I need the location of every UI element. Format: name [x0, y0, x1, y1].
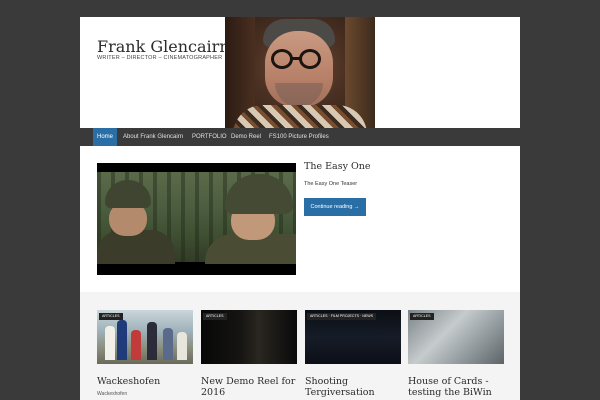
featured-post-title[interactable]: The Easy One [304, 161, 371, 172]
post-card-title[interactable]: New Demo Reel for 2016 [201, 376, 297, 398]
post-card: ARTICLES Wackeshofen Wackeshofen [97, 310, 193, 397]
nav-item-home[interactable]: Home [93, 128, 118, 146]
post-card: ARTICLES New Demo Reel for 2016 [201, 310, 297, 400]
post-card-image[interactable]: ARTICLES [408, 310, 504, 364]
featured-post-excerpt: The Easy One Teaser [304, 181, 358, 187]
post-card-title[interactable]: House of Cards - testing the BiWin [408, 376, 504, 398]
post-card-title[interactable]: Wackeshofen [97, 376, 193, 387]
header-portrait-image [225, 17, 375, 128]
post-card-category[interactable]: ARTICLES · FILM PROJECTS · NEWS [307, 313, 377, 320]
featured-post-image[interactable] [97, 163, 296, 275]
post-card: ARTICLES · FILM PROJECTS · NEWS Shooting… [305, 310, 401, 400]
post-card-category[interactable]: ARTICLES [99, 313, 123, 320]
nav-item-about[interactable]: About Frank Glencairn [123, 128, 183, 146]
post-card-excerpt: Wackeshofen [97, 391, 128, 397]
site-container: Frank Glencairn WRITER – DIRECTOR – CINE… [80, 17, 520, 400]
continue-reading-button[interactable]: Continue reading → [304, 198, 366, 216]
post-card-category[interactable]: ARTICLES [410, 313, 434, 320]
post-card-image[interactable]: ARTICLES · FILM PROJECTS · NEWS [305, 310, 401, 364]
nav-item-fs100-profiles[interactable]: FS100 Picture Profiles [269, 128, 329, 146]
post-card-image[interactable]: ARTICLES [201, 310, 297, 364]
post-card: ARTICLES House of Cards - testing the Bi… [408, 310, 504, 400]
site-header: Frank Glencairn WRITER – DIRECTOR – CINE… [80, 17, 520, 128]
post-card-image[interactable]: ARTICLES [97, 310, 193, 364]
post-card-category[interactable]: ARTICLES [203, 313, 227, 320]
nav-item-demo-reel[interactable]: Demo Reel [231, 128, 261, 146]
site-title[interactable]: Frank Glencairn [97, 37, 230, 56]
main-navigation: Home About Frank Glencairn PORTFOLIO Dem… [80, 128, 520, 146]
site-description: WRITER – DIRECTOR – CINEMATOGRAPHER [97, 55, 223, 61]
post-card-title[interactable]: Shooting Tergiversation [305, 376, 401, 398]
nav-item-portfolio[interactable]: PORTFOLIO [192, 128, 227, 146]
